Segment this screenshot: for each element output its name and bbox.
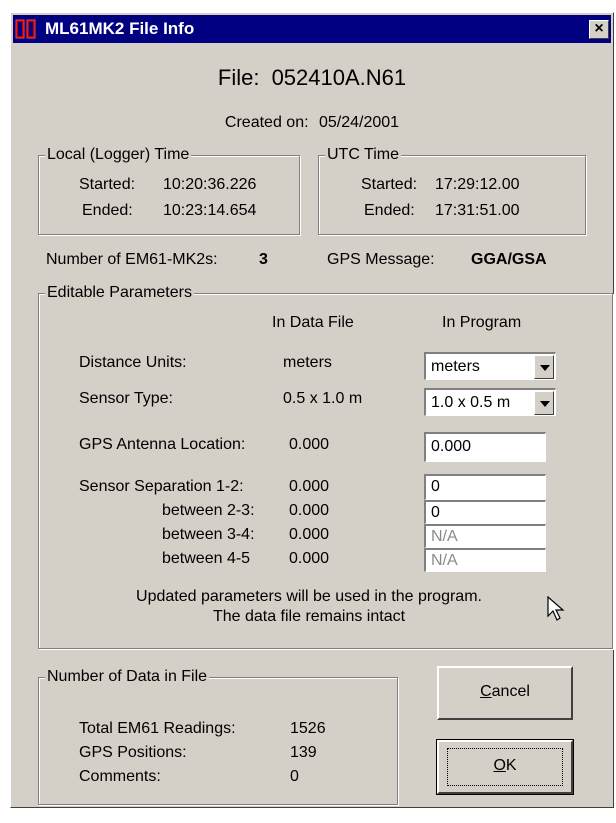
sep-34-input: N/A <box>424 524 546 548</box>
distance-units-select[interactable]: meters <box>424 352 556 380</box>
cancel-label: ancel <box>491 683 530 700</box>
sensor-type-label: Sensor Type: <box>79 390 173 407</box>
readings-value: 1526 <box>290 720 326 737</box>
editable-parameters-legend: Editable Parameters <box>45 284 194 302</box>
distance-units-selected: meters <box>431 358 480 375</box>
sep-23-input[interactable]: 0 <box>424 500 546 524</box>
sep-12-input[interactable]: 0 <box>424 474 546 500</box>
cancel-hotkey: C <box>480 683 492 700</box>
file-info-dialog: ML61MK2 File Info × File: 052410A.N61 Cr… <box>10 12 614 808</box>
local-time-legend: Local (Logger) Time <box>45 146 192 164</box>
app-icon <box>15 19 36 39</box>
cancel-button[interactable]: Cancel <box>437 666 573 720</box>
gps-positions-value: 139 <box>290 744 317 761</box>
sep-45-file: 0.000 <box>289 550 330 567</box>
sep-45-label: between 4-5 <box>162 550 251 567</box>
sensor-type-select[interactable]: 1.0 x 0.5 m <box>424 388 556 416</box>
sep-12-file: 0.000 <box>289 478 330 495</box>
local-started-label: Started: <box>79 176 136 193</box>
sensor-type-selected: 1.0 x 0.5 m <box>431 394 511 411</box>
chevron-down-icon[interactable] <box>534 391 554 415</box>
focus-rect <box>447 748 563 786</box>
utc-started-value: 17:29:12.00 <box>435 176 520 193</box>
sep-34-file: 0.000 <box>289 526 330 543</box>
local-ended-label: Ended: <box>82 202 133 219</box>
utc-started-label: Started: <box>361 176 418 193</box>
local-started-value: 10:20:36.226 <box>163 176 257 193</box>
close-icon[interactable]: × <box>589 20 609 39</box>
data-count-group: Number of Data in File Total EM61 Readin… <box>38 668 398 805</box>
readings-label: Total EM61 Readings: <box>79 720 236 737</box>
sep-23-label: between 2-3: <box>162 502 255 519</box>
gps-antenna-input[interactable]: 0.000 <box>424 432 546 462</box>
mouse-cursor-icon <box>547 596 565 621</box>
gps-antenna-file: 0.000 <box>289 436 330 453</box>
note-line-1: Updated parameters will be used in the p… <box>136 588 482 605</box>
created-date: 05/24/2001 <box>318 114 400 131</box>
utc-ended-value: 17:31:51.00 <box>435 202 520 219</box>
chevron-down-icon[interactable] <box>534 355 554 379</box>
title-bar[interactable]: ML61MK2 File Info × <box>13 15 611 43</box>
gps-positions-label: GPS Positions: <box>79 744 187 761</box>
num-em61-value: 3 <box>259 251 268 268</box>
utc-ended-label: Ended: <box>364 202 415 219</box>
num-em61-label: Number of EM61-MK2s: <box>46 251 218 268</box>
comments-label: Comments: <box>79 768 161 785</box>
utc-time-group: UTC Time Started: 17:29:12.00 Ended: 17:… <box>318 146 586 235</box>
comments-value: 0 <box>290 768 299 785</box>
sep-34-label: between 3-4: <box>162 526 255 543</box>
ok-button[interactable]: OK <box>436 739 574 795</box>
col-header-data-file: In Data File <box>272 314 354 331</box>
gps-message-value: GGA/GSA <box>471 251 547 268</box>
data-count-legend: Number of Data in File <box>45 668 210 686</box>
file-heading: File: 052410A.N61 <box>11 65 613 91</box>
sensor-type-file: 0.5 x 1.0 m <box>283 390 363 407</box>
gps-antenna-label: GPS Antenna Location: <box>79 436 246 453</box>
local-ended-value: 10:23:14.654 <box>163 202 257 219</box>
gps-message-label: GPS Message: <box>327 251 435 268</box>
file-label: File: <box>217 65 260 90</box>
sep-45-input: N/A <box>424 548 546 572</box>
sep-12-label: Sensor Separation 1-2: <box>79 478 244 495</box>
window-title: ML61MK2 File Info <box>45 19 195 38</box>
sep-23-file: 0.000 <box>289 502 330 519</box>
col-header-program: In Program <box>442 314 522 331</box>
utc-time-legend: UTC Time <box>325 146 401 164</box>
created-label: Created on: <box>224 114 309 131</box>
distance-units-label: Distance Units: <box>79 354 187 371</box>
note-line-2: The data file remains intact <box>212 608 406 625</box>
file-name: 052410A.N61 <box>271 65 407 90</box>
local-time-group: Local (Logger) Time Started: 10:20:36.22… <box>38 146 300 235</box>
created-on: Created on: 05/24/2001 <box>11 114 613 132</box>
distance-units-file: meters <box>283 354 332 371</box>
editable-parameters-group: Editable Parameters In Data File In Prog… <box>38 284 613 649</box>
